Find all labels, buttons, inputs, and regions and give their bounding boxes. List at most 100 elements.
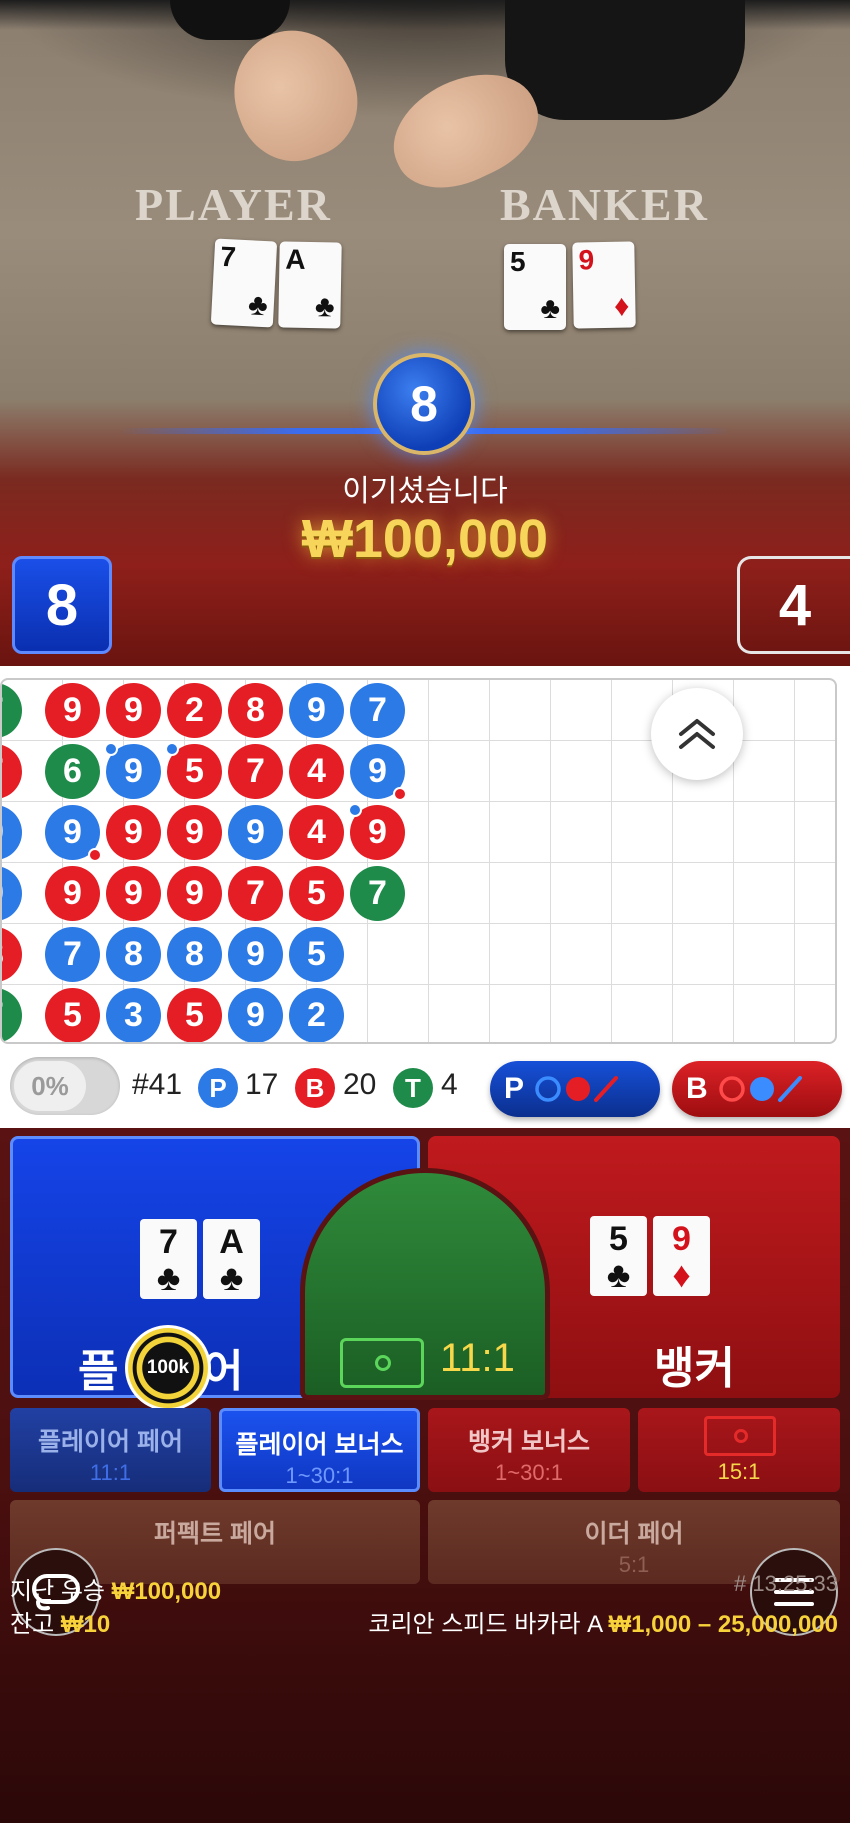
balance-label: 잔고 [10,1611,55,1638]
player-pair-odds: 11:1 [89,1460,132,1485]
player-bonus-title: 플레이어 보너스 [235,1431,404,1459]
bead: 7 [228,866,283,921]
predict-banker-letter: B [686,1072,708,1105]
banker-card-1: 5 ♣ [504,244,566,330]
super-tie-odds: 15:1 [717,1459,761,1484]
last-win-label: 지난 우승 [10,1578,105,1605]
banker-bonus-title: 뱅커 보너스 [468,1428,590,1456]
diamond-icon: ♦ [672,1254,691,1295]
bead: 9 [167,866,222,921]
tie-banknote-icon [340,1338,424,1388]
bead: 4 [289,805,344,860]
player-score: 8 [12,556,112,654]
banknote-icon [704,1416,776,1456]
tie-icon-dot [375,1355,391,1371]
either-pair-title: 이더 페어 [584,1520,684,1548]
bead: 9 [104,742,161,799]
game-id: # 13:25:33 [734,1571,838,1596]
betting-area: 7 ♣ A ♣ 플 어 100k 5 ♣ 9 ♦ 뱅커 11:1 플레이어 페어… [0,1128,850,1823]
club-icon: ♣ [314,290,335,324]
bead: 9 [348,803,405,860]
bead: 9 [350,744,407,801]
player-card-2: A ♣ [278,241,342,329]
bead: 5 [167,988,222,1042]
player-predict-button[interactable]: P [490,1061,660,1117]
bead-partial: 8 [2,927,22,982]
bead: 4 [289,744,344,799]
player-pair-title: 플레이어 페어 [38,1428,183,1456]
bead: 9 [228,988,283,1042]
bead: 5 [289,927,344,982]
bead-partial: 7 [2,988,22,1042]
bead-partial: 7 [2,683,22,738]
bead: 8 [228,683,283,738]
super-tie-bet[interactable]: . 15:1 [638,1408,840,1492]
table-info[interactable]: 코리안 스피드 바카라 A ₩1,000 – 25,000,000 [368,1604,838,1639]
bead: 5 [45,988,100,1042]
bead: 7 [350,683,405,738]
card-rank: 7 [219,240,237,273]
banker-bonus-bet[interactable]: 뱅커 보너스 1~30:1 [428,1408,630,1492]
bead-partial: 9 [2,805,22,860]
player-mini-card-2: A ♣ [203,1219,260,1299]
balance: 잔고 ₩10 [10,1604,110,1639]
predict-player-letter: P [504,1072,525,1105]
bead: 2 [289,988,344,1042]
bet-limits: ₩1,000 – 25,000,000 [608,1611,838,1638]
club-icon: ♣ [219,1257,244,1298]
perfect-pair-title: 퍼펙트 페어 [154,1520,276,1548]
player-bonus-bet[interactable]: 플레이어 보너스 1~30:1 [219,1408,420,1492]
bead: 7 [228,744,283,799]
bead: 9 [106,866,161,921]
bead: 9 [45,805,102,862]
result-score-badge: 8 [373,353,475,455]
table-player-label: PLAYER [135,179,332,230]
balance-value: ₩10 [60,1611,111,1638]
banker-label: 뱅커 [654,1344,735,1393]
player-label-left: 플 [78,1347,119,1396]
club-icon: ♣ [156,1257,181,1298]
table-name: 코리안 스피드 바카라 A [368,1611,602,1638]
bead: 6 [45,744,100,799]
tie-stat-icon: T [393,1068,433,1108]
card-rank: 5 [510,246,526,277]
bead: 7 [45,927,100,982]
tie-payout: 11:1 [440,1336,515,1380]
last-win: 지난 우승 ₩100,000 [10,1571,221,1606]
chevron-double-up-icon [679,719,715,749]
placed-chip[interactable]: 100k [125,1325,211,1411]
bead: 9 [45,866,100,921]
bead: 7 [350,866,405,921]
prediction-marks-icon [535,1076,619,1102]
banknote-icon-dot [734,1429,748,1443]
bead: 3 [106,988,161,1042]
bead: 9 [289,683,344,738]
bead-partial: 7 [2,744,22,799]
bead: 9 [167,805,222,860]
player-mini-card-1: 7 ♣ [140,1219,197,1299]
prediction-marks-icon [718,1076,802,1102]
bead: 5 [165,742,222,799]
banker-predict-button[interactable]: B [672,1061,842,1117]
last-win-value: ₩100,000 [111,1578,222,1605]
player-pair-bet[interactable]: 플레이어 페어 11:1 [10,1408,211,1492]
diamond-icon: ♦ [613,289,630,323]
bead: 8 [106,927,161,982]
banker-mini-card-1: 5 ♣ [590,1216,647,1296]
club-icon: ♣ [247,288,269,323]
player-stat-icon: P [198,1068,238,1108]
banker-bonus-odds: 1~30:1 [495,1460,563,1485]
banker-stat-icon: B [295,1068,335,1108]
percent-toggle-label: 0% [14,1061,86,1111]
bead-partial: 9 [2,866,22,921]
pair-dot [165,742,179,756]
bead: 9 [45,683,100,738]
expand-roads-button[interactable] [651,688,743,780]
card-rank: 9 [578,244,595,276]
player-card-1: 7 ♣ [210,238,278,328]
bead: 5 [289,866,344,921]
win-message: 이기셨습니다 [342,475,508,508]
club-icon: ♣ [540,292,560,325]
percent-toggle[interactable]: 0% [10,1057,120,1115]
pair-dot [104,742,118,756]
